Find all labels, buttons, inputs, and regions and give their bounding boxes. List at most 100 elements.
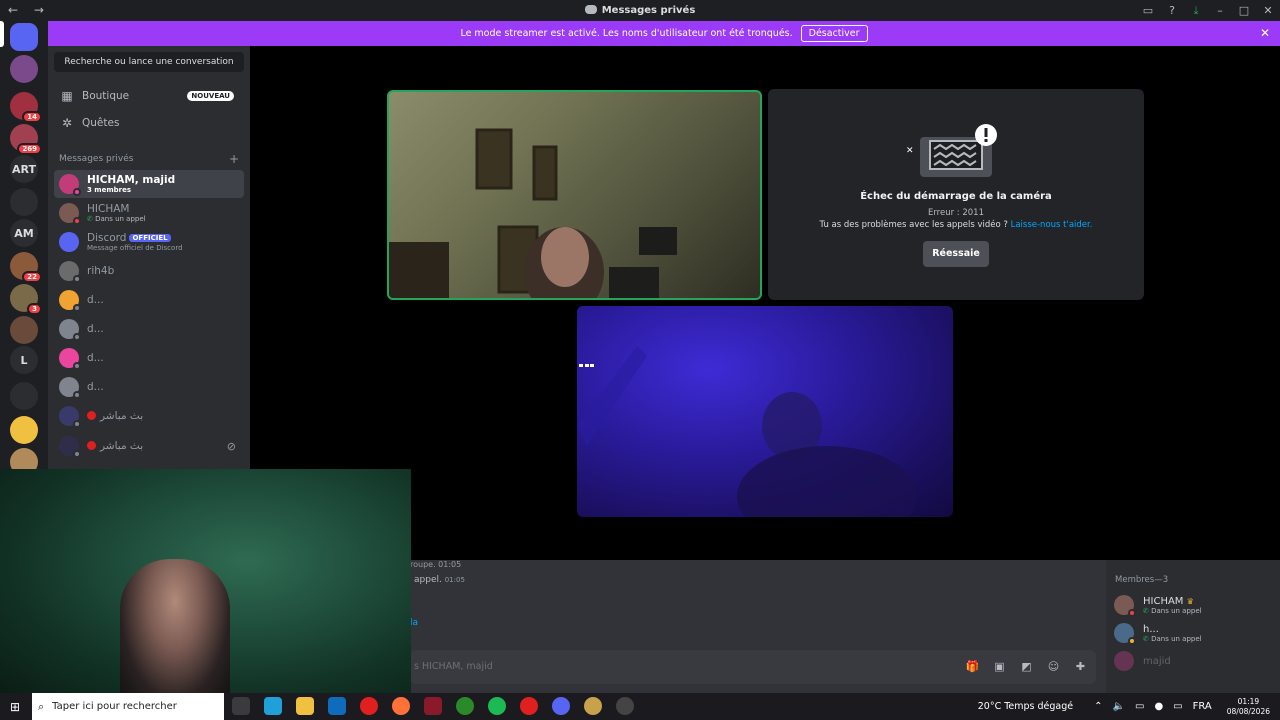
- app-icon[interactable]: [424, 697, 442, 715]
- discord-home-icon[interactable]: [10, 23, 38, 51]
- league-icon[interactable]: [584, 697, 602, 715]
- server-icon[interactable]: [10, 188, 38, 216]
- mention-badge: 14: [22, 111, 42, 123]
- gif-icon[interactable]: ▣: [992, 659, 1007, 674]
- message-input[interactable]: s HICHAM, majid 🎁 ▣ ◩ ☺ ✚: [410, 650, 1096, 684]
- server-icon[interactable]: [10, 316, 38, 344]
- clock[interactable]: 01:19 08/08/2026: [1227, 697, 1270, 717]
- dm-item[interactable]: بث مباشر ⊘: [54, 432, 244, 460]
- weather[interactable]: 20°C Temps dégagé: [978, 701, 1073, 712]
- server-icon[interactable]: 14: [10, 92, 42, 123]
- gift-icon[interactable]: 🎁: [965, 659, 980, 674]
- windows-start-icon[interactable]: ⊞: [10, 700, 20, 714]
- video-tile-speaking[interactable]: [387, 90, 762, 300]
- nav-item-quests[interactable]: ✲ Quêtes: [54, 110, 244, 136]
- title-bar: ← → Messages privés ▭ ? ⤓ – □ ✕: [0, 0, 1280, 21]
- member-item[interactable]: HICHAM ♛Dans un appel: [1114, 592, 1274, 618]
- dm-header-label: Messages privés: [59, 154, 134, 164]
- quests-icon: ✲: [61, 116, 73, 130]
- nav-item-shop[interactable]: ▦ Boutique NOUVEAU: [54, 83, 244, 109]
- server-icon[interactable]: 269: [10, 124, 42, 155]
- app-icon[interactable]: [520, 697, 538, 715]
- sticker-icon[interactable]: ◩: [1019, 659, 1034, 674]
- chevron-up-icon[interactable]: ⌃: [1094, 701, 1102, 712]
- xbox-icon[interactable]: [456, 697, 474, 715]
- server-label: L: [20, 353, 28, 367]
- search-icon: ⌕: [38, 699, 45, 713]
- battery-icon[interactable]: ▭: [1173, 701, 1182, 712]
- server-icon[interactable]: 3: [10, 284, 42, 315]
- lang[interactable]: FRA: [1193, 701, 1212, 712]
- opera-icon[interactable]: [360, 697, 378, 715]
- members-header: Membres—3: [1115, 575, 1169, 585]
- retry-button[interactable]: Réessaie: [923, 241, 989, 267]
- server-icon[interactable]: L: [10, 346, 38, 374]
- server-icon[interactable]: AM: [10, 219, 38, 247]
- dm-item[interactable]: d...: [54, 373, 244, 401]
- server-icon[interactable]: ART: [10, 155, 38, 183]
- chat-link[interactable]: la: [410, 618, 418, 628]
- dm-subtitle: Dans un appel: [87, 215, 146, 223]
- clock-time: 01:19: [1237, 696, 1260, 706]
- dm-item[interactable]: rih4b: [54, 257, 244, 285]
- inbox-icon[interactable]: ▭: [1136, 4, 1160, 17]
- maximize-button[interactable]: □: [1232, 4, 1256, 17]
- edge-icon[interactable]: [264, 697, 282, 715]
- close-icon[interactable]: ✕: [1260, 26, 1270, 40]
- mention-badge: 22: [22, 271, 42, 283]
- dm-item[interactable]: بث مباشر: [54, 402, 244, 430]
- close-window-button[interactable]: ✕: [1256, 4, 1280, 17]
- avatar: [59, 174, 81, 196]
- help-icon[interactable]: ?: [1160, 4, 1184, 17]
- microphone-icon[interactable]: ●: [1154, 701, 1163, 712]
- dm-item[interactable]: HICHAM, majid 3 membres: [54, 170, 244, 198]
- outlook-icon[interactable]: [328, 697, 346, 715]
- search-input[interactable]: Recherche ou lance une conversation: [54, 52, 244, 72]
- emoji-icon[interactable]: ☺: [1046, 659, 1061, 674]
- minimize-button[interactable]: –: [1208, 4, 1232, 17]
- member-status: Dans un appel: [1143, 635, 1202, 643]
- volume-icon[interactable]: 🔈: [1113, 701, 1125, 712]
- chat-message-time: 01:05: [444, 576, 465, 584]
- dm-name: rih4b: [87, 265, 114, 277]
- avatar: [59, 436, 81, 458]
- nav-label: Boutique: [82, 90, 130, 102]
- add-dm-icon[interactable]: +: [229, 152, 239, 166]
- disable-streamer-button[interactable]: Désactiver: [800, 25, 868, 42]
- camera-help-link[interactable]: Laisse-nous t'aider.: [1011, 220, 1093, 230]
- spotify-icon[interactable]: [488, 697, 506, 715]
- discord-icon[interactable]: [552, 697, 570, 715]
- camera-help: Tu as des problèmes avec les appels vidé…: [768, 220, 1144, 230]
- clock-date: 08/08/2026: [1226, 706, 1270, 716]
- explorer-icon[interactable]: [296, 697, 314, 715]
- dm-item[interactable]: Discord OFFICIEL Message officiel de Disco…: [54, 228, 244, 256]
- server-icon[interactable]: [10, 382, 38, 410]
- dm-item[interactable]: d...: [54, 344, 244, 372]
- firefox-icon[interactable]: [392, 697, 410, 715]
- member-item[interactable]: h...Dans un appel: [1114, 620, 1274, 646]
- server-icon[interactable]: [10, 55, 38, 83]
- avatar: [59, 232, 79, 252]
- download-icon[interactable]: ⤓: [1184, 4, 1208, 18]
- app-icon[interactable]: [616, 697, 634, 715]
- avatar: [59, 348, 81, 370]
- server-icon[interactable]: [10, 416, 38, 444]
- dm-item[interactable]: HICHAMDans un appel: [54, 199, 244, 227]
- dm-name: HICHAM, majid: [87, 174, 175, 186]
- member-item[interactable]: majid: [1114, 648, 1274, 674]
- dm-subtitle: 3 membres: [87, 186, 132, 194]
- video-tile-purple[interactable]: [577, 306, 953, 517]
- network-icon[interactable]: ▭: [1135, 701, 1144, 712]
- server-icon[interactable]: 22: [10, 252, 42, 283]
- webcam-overlay: [0, 469, 411, 700]
- dm-item[interactable]: d...: [54, 315, 244, 343]
- window-title: Messages privés: [0, 5, 1280, 16]
- taskbar-search[interactable]: ⌕ Taper ici pour rechercher: [32, 693, 224, 720]
- webcam-feed: [389, 128, 677, 298]
- task-view-icon[interactable]: [232, 697, 250, 715]
- camera-error-title: Échec du démarrage de la caméra: [860, 191, 1052, 202]
- server-label: ART: [12, 162, 36, 176]
- dm-item[interactable]: d...: [54, 286, 244, 314]
- dm-name-text: d...: [87, 294, 104, 306]
- apps-icon[interactable]: ✚: [1073, 659, 1088, 674]
